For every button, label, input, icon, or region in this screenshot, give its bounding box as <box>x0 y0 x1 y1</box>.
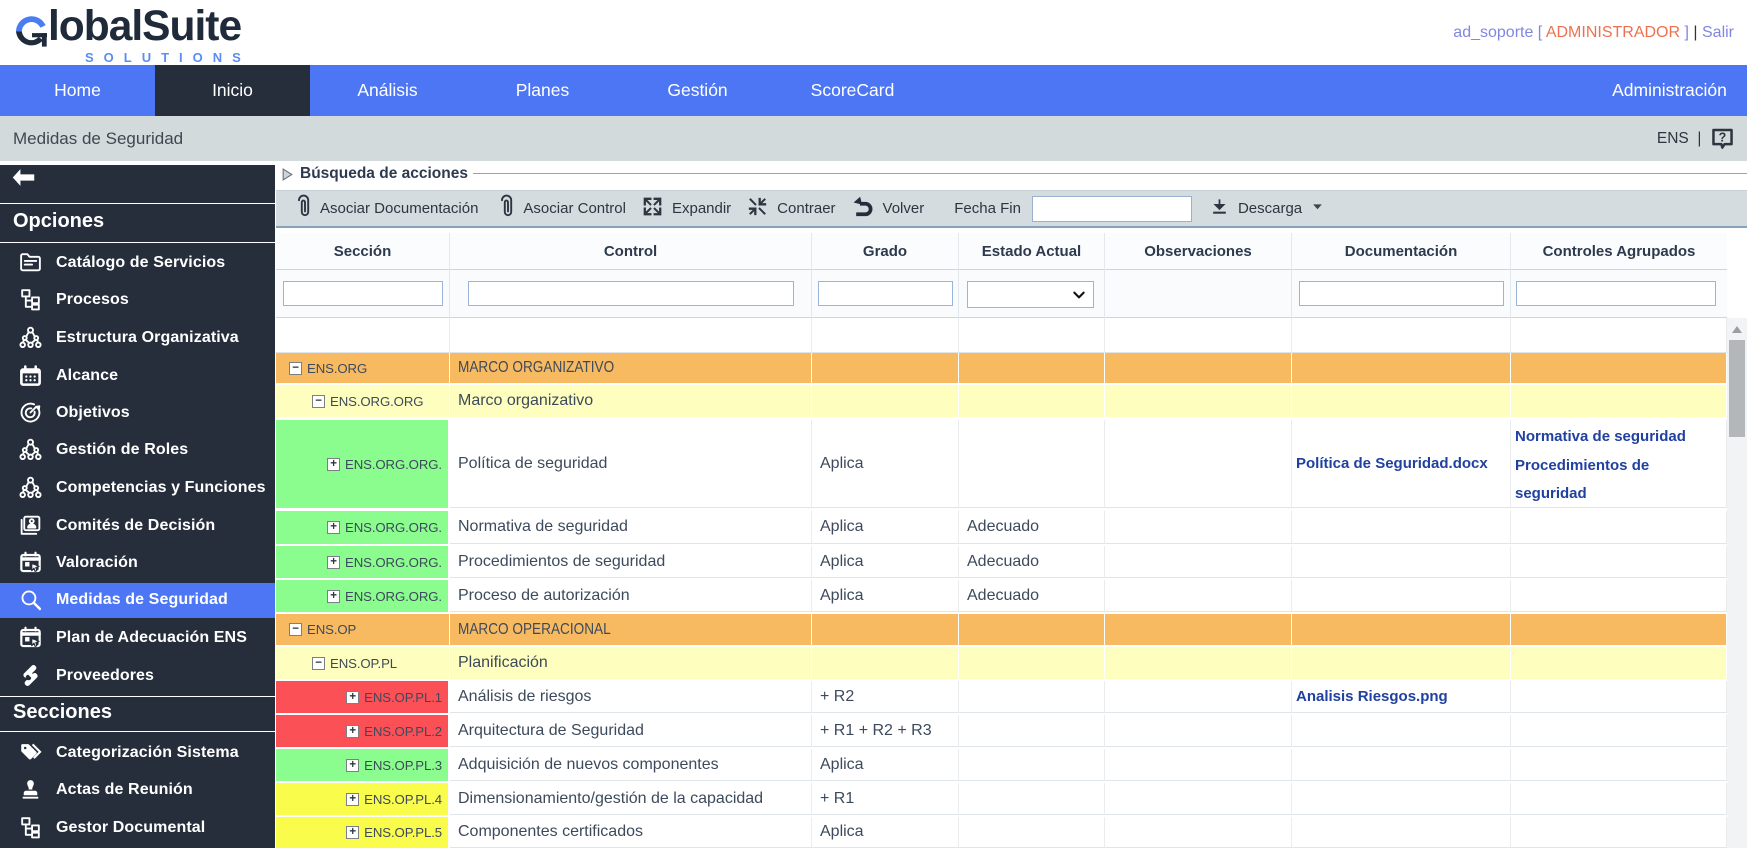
svg-text:?: ? <box>1719 130 1727 144</box>
